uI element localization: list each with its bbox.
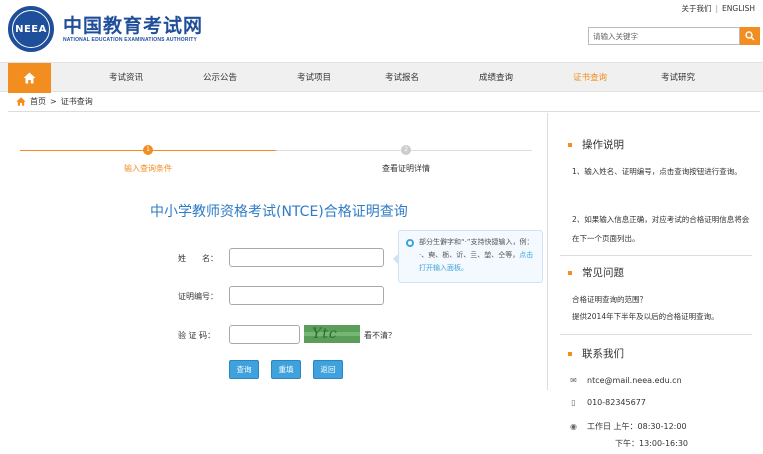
query-button[interactable]: 查询 — [229, 360, 259, 379]
top-links-separator: | — [715, 4, 719, 13]
email-text: ntce@mail.neea.edu.cn — [587, 376, 682, 385]
instruction-1: 1、输入姓名、证明编号，点击查询按钮进行查询。 — [572, 167, 742, 176]
breadcrumb-divider — [8, 111, 760, 112]
bullet-square-icon — [568, 142, 572, 147]
search-icon — [745, 31, 755, 41]
sidebar-separator — [560, 255, 752, 256]
breadcrumb-home[interactable]: 首页 — [30, 96, 46, 107]
instructions-title: 操作说明 — [568, 137, 624, 152]
faq-title-text: 常见问题 — [582, 267, 624, 279]
cert-number-input[interactable] — [229, 286, 384, 305]
nav-item-exam-projects[interactable]: 考试项目 — [297, 63, 331, 93]
tooltip-arrow — [393, 253, 399, 265]
main-nav: 考试资讯 公示公告 考试项目 考试报名 成绩查询 证书查询 考试研究 — [0, 62, 763, 93]
phone-icon: ▯ — [571, 398, 576, 407]
about-link[interactable]: 关于我们 — [682, 4, 712, 13]
site-subtitle: NATIONAL EDUCATION EXAMINATIONS AUTHORIT… — [63, 37, 198, 43]
contact-email: ✉ ntce@mail.neea.edu.cn — [569, 376, 682, 385]
nav-home-button[interactable] — [8, 63, 51, 93]
step-2-label: 查看证明详情 — [382, 164, 430, 173]
site-title[interactable]: 中国教育考试网 — [63, 11, 203, 38]
nav-item-score-query[interactable]: 成绩查询 — [479, 63, 513, 93]
contact-hours: ◉ 工作日 上午：08:30-12:00 — [569, 421, 687, 432]
mail-icon: ✉ — [570, 376, 577, 385]
site-header: NEEA 中国教育考试网 NATIONAL EDUCATION EXAMINAT… — [0, 0, 763, 62]
captcha-image[interactable]: Ytc — [304, 325, 360, 343]
captcha-text: Ytc — [312, 326, 338, 342]
breadcrumb-current: 证书查询 — [60, 97, 93, 106]
search-input[interactable]: 请输入关键字 — [588, 27, 740, 45]
bullet-square-icon — [568, 351, 572, 356]
captcha-label: 验 证 码： — [178, 331, 216, 340]
breadcrumb: 首页 > 证书查询 — [16, 96, 93, 107]
home-icon — [16, 97, 26, 106]
nav-item-certificate-query[interactable]: 证书查询 — [573, 63, 607, 93]
tooltip-text: 部分生僻字和“·”支持快捷输入，例：·、奭、栃、䜣、亖、堃、仝等， — [419, 238, 530, 259]
clock-icon: ◉ — [570, 422, 577, 431]
cert-number-label: 证明编号： — [178, 292, 218, 301]
english-link[interactable]: ENGLISH — [722, 4, 755, 13]
instruction-2: 2、如果输入信息正确，对应考试的合格证明信息将会在下一个页面列出。 — [572, 215, 750, 243]
step-1-label: 输入查询条件 — [124, 164, 172, 173]
nav-item-exam-research[interactable]: 考试研究 — [661, 63, 695, 93]
faq-question[interactable]: 合格证明查询的范围？ — [572, 291, 752, 308]
top-links: 关于我们 | ENGLISH — [682, 3, 755, 14]
contact-title: 联系我们 — [568, 346, 624, 361]
neea-logo-icon[interactable]: NEEA — [8, 6, 54, 52]
sidebar-divider — [547, 113, 548, 390]
contact-title-text: 联系我们 — [582, 348, 624, 360]
hours-am-text: 工作日 上午：08:30-12:00 — [587, 422, 687, 431]
bullet-square-icon — [568, 270, 572, 275]
captcha-input[interactable] — [229, 325, 300, 344]
home-icon — [23, 72, 36, 84]
contact-phone: ▯ 010-82345677 — [569, 398, 646, 407]
radio-icon — [406, 239, 414, 247]
form-title: 中小学教师资格考试(NTCE)合格证明查询 — [150, 204, 408, 220]
phone-text: 010-82345677 — [587, 398, 646, 407]
hours-pm-text: 下午：13:00-16:30 — [615, 439, 688, 448]
back-button[interactable]: 返回 — [313, 360, 343, 379]
name-label: 姓 名： — [178, 254, 218, 263]
input-tooltip: 部分生僻字和“·”支持快捷输入，例：·、奭、栃、䜣、亖、堃、仝等，点击打开输入面… — [393, 230, 543, 283]
breadcrumb-separator: > — [50, 97, 57, 106]
nav-item-registration[interactable]: 考试报名 — [385, 63, 419, 93]
refresh-captcha-link[interactable]: 看不清？ — [364, 330, 396, 341]
sidebar-separator — [560, 334, 752, 335]
step-2-marker: 2 — [401, 145, 411, 155]
logo-mark-text: NEEA — [12, 10, 50, 48]
nav-item-exam-news[interactable]: 考试资讯 — [109, 63, 143, 93]
name-input[interactable] — [229, 248, 384, 267]
faq-answer: 提供2014年下半年及以后的合格证明查询。 — [572, 312, 719, 321]
step-1-marker: 1 — [143, 145, 153, 155]
contact-hours-pm: 下午：13:00-16:30 — [615, 438, 688, 449]
instructions-title-text: 操作说明 — [582, 139, 624, 151]
faq-title: 常见问题 — [568, 265, 624, 280]
search-button[interactable] — [740, 27, 760, 45]
reset-button[interactable]: 重填 — [271, 360, 301, 379]
nav-item-announcements[interactable]: 公示公告 — [203, 63, 237, 93]
